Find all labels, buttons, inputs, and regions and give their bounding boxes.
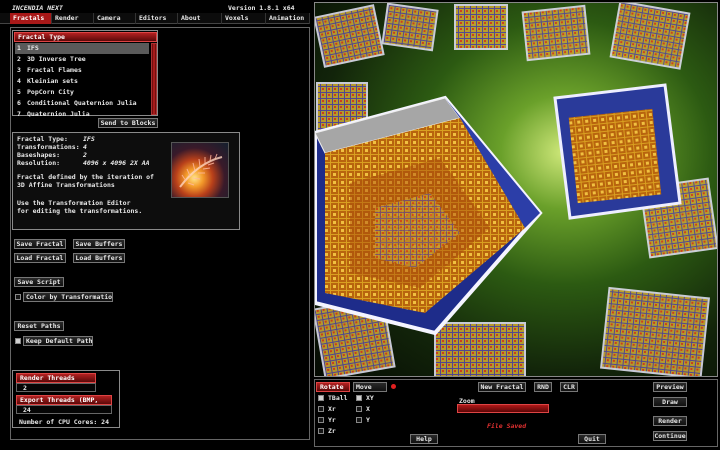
menu-editors[interactable]: Editors	[136, 13, 178, 24]
menu-voxels[interactable]: Voxels	[222, 13, 266, 24]
help-button[interactable]: Help	[410, 434, 438, 444]
draw-button[interactable]: Draw	[653, 397, 687, 407]
info-baseshapes: Baseshapes: 2	[17, 151, 87, 159]
menu-fractals[interactable]: Fractals	[10, 13, 52, 24]
rotate-tball-radio[interactable]	[318, 395, 324, 401]
info-transformations: Transformations: 4	[17, 143, 87, 151]
rotate-yr-radio[interactable]	[318, 417, 324, 423]
load-fractal-button[interactable]: Load Fractal	[14, 253, 66, 263]
info-box: Fractal Type: IFS Transformations: 4 Bases…	[12, 132, 240, 230]
list-item[interactable]: 1 IFS	[15, 43, 149, 54]
render-button[interactable]: Render	[653, 416, 687, 426]
list-item[interactable]: 3 Fractal Flames	[15, 65, 149, 76]
rotate-xr-label: Xr	[328, 405, 336, 413]
reset-paths-button[interactable]: Reset Paths	[14, 321, 64, 331]
fractal-render-view[interactable]	[314, 2, 718, 377]
rotate-zr-radio[interactable]	[318, 428, 324, 434]
info-desc-line1: Fractal defined by the iteration of	[17, 173, 154, 181]
new-fractal-button[interactable]: New Fractal	[478, 382, 526, 392]
zoom-slider[interactable]	[457, 404, 549, 413]
fractal-type-title: Fractal Type	[14, 32, 157, 42]
list-item[interactable]: 2 3D Inverse Tree	[15, 54, 149, 65]
red-indicator-icon	[391, 384, 396, 389]
app-version: Version 1.8.1 x64	[228, 4, 295, 12]
color-by-transformation-checkbox[interactable]	[15, 294, 21, 300]
keep-default-paths-checkbox[interactable]	[15, 338, 21, 344]
rotate-header[interactable]: Rotate	[316, 382, 350, 392]
status-text: File Saved	[487, 422, 527, 430]
export-threads-label: Export Threads (BMP, PNG)	[16, 395, 112, 413]
list-scrollbar[interactable]	[151, 43, 157, 115]
preview-button[interactable]: Preview	[653, 382, 687, 392]
clr-button[interactable]: CLR	[560, 382, 578, 392]
threads-box: Render Threads 2 Export Threads (BMP, PN…	[12, 370, 120, 428]
info-fractal-type: Fractal Type: IFS	[17, 135, 95, 143]
info-desc-line2: 3D Affine Transformations	[17, 181, 115, 189]
info-resolution: Resolution: 4096 x 4096 2X AA	[17, 159, 150, 167]
fractal-type-box: Fractal Type 1 IFS 2 3D Inverse Tree 3 Frac…	[12, 30, 158, 118]
move-xy-label: XY	[366, 394, 374, 402]
menu-about[interactable]: About	[178, 13, 222, 24]
cpu-cores-label: Number of CPU Cores: 24	[19, 418, 110, 426]
rotate-xr-radio[interactable]	[318, 406, 324, 412]
move-x-radio[interactable]	[356, 406, 362, 412]
rotate-yr-label: Yr	[328, 416, 336, 424]
save-script-button[interactable]: Save Script	[14, 277, 64, 287]
rnd-button[interactable]: RND	[534, 382, 552, 392]
load-buffers-button[interactable]: Load Buffers	[73, 253, 125, 263]
menu-camera[interactable]: Camera	[94, 13, 136, 24]
move-y-radio[interactable]	[356, 417, 362, 423]
render-threads-label: Render Threads	[16, 373, 96, 383]
move-y-label: Y	[366, 416, 370, 424]
save-buffers-button[interactable]: Save Buffers	[73, 239, 125, 249]
continue-button[interactable]: Continue	[653, 431, 687, 441]
list-item[interactable]: 6 Conditional Quaternion Julia	[15, 98, 149, 109]
send-to-blocks-button[interactable]: Send to Blocks	[98, 118, 158, 128]
menu-bar: Fractals Render Camera Editors About Vox…	[0, 13, 310, 24]
render-threads-field[interactable]: 2	[16, 383, 96, 392]
info-desc-line4: for editing the transformations.	[17, 207, 143, 215]
rotate-zr-label: Zr	[328, 427, 336, 435]
move-header[interactable]: Move	[353, 382, 387, 392]
app-title: INCENDIA NEXT	[12, 4, 63, 12]
fractal-thumbnail	[171, 142, 229, 198]
list-item[interactable]: 4 Kleinian sets	[15, 76, 149, 87]
menu-animation[interactable]: Animation	[266, 13, 310, 24]
menu-render[interactable]: Render	[52, 13, 94, 24]
export-threads-field[interactable]: 24	[16, 405, 112, 414]
quit-button[interactable]: Quit	[578, 434, 606, 444]
keep-default-paths-label[interactable]: Keep Default Paths	[23, 336, 93, 346]
move-xy-radio[interactable]	[356, 395, 362, 401]
move-x-label: X	[366, 405, 370, 413]
color-by-transformation-label[interactable]: Color by Transformation	[23, 292, 113, 302]
fern-shape	[179, 153, 223, 188]
info-desc-line3: Use the Transformation Editor	[17, 199, 131, 207]
save-fractal-button[interactable]: Save Fractal	[14, 239, 66, 249]
fractal-render-svg	[315, 3, 717, 376]
rotate-tball-label: TBall	[328, 394, 348, 402]
list-item[interactable]: 5 PopCorn City	[15, 87, 149, 98]
